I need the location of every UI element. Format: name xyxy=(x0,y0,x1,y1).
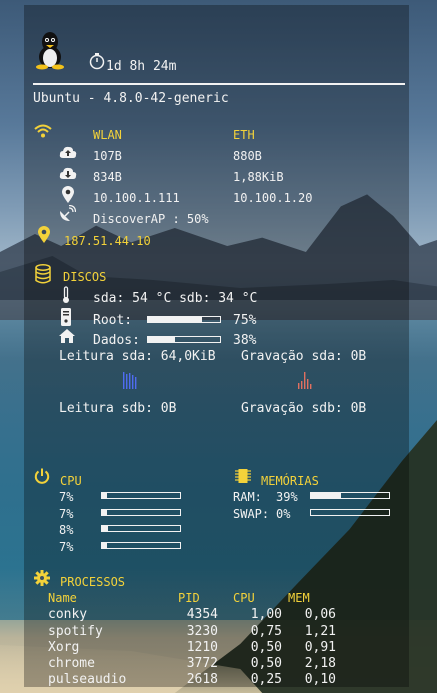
kernel-version: Ubuntu - 4.8.0-42-generic xyxy=(33,91,229,106)
header-name: Name xyxy=(48,591,77,605)
stopwatch-icon xyxy=(89,53,105,70)
swap-percent: 0% xyxy=(276,507,291,521)
gear-icon xyxy=(34,570,50,586)
root-usage-bar xyxy=(147,316,221,323)
public-ip: 187.51.44.10 xyxy=(64,234,151,248)
wifi-icon xyxy=(34,124,52,138)
cpu-core-2-percent: 7% xyxy=(59,507,74,521)
wlan-download: 834B xyxy=(93,170,122,184)
thermometer-icon xyxy=(63,286,69,303)
cpu-core-2-bar xyxy=(101,509,181,516)
process-pid: 2618 xyxy=(186,672,218,687)
cloud-download-icon xyxy=(59,167,77,179)
cpu-core-4-bar xyxy=(101,542,181,549)
header-mem: MEM xyxy=(288,591,310,605)
tux-linux-icon xyxy=(36,32,64,70)
root-usage-fill xyxy=(148,317,202,322)
process-name: spotify xyxy=(48,624,103,639)
cpu-title: CPU xyxy=(60,474,82,488)
cpu-core-1-bar xyxy=(101,492,181,499)
process-mem: 0,91 xyxy=(304,640,336,655)
root-usage-percent: 75% xyxy=(233,313,257,328)
disk-temperatures: sda: 54 °C sdb: 34 °C xyxy=(93,291,258,306)
wlan-ip: 10.100.1.111 xyxy=(93,191,180,205)
write-sdb: Gravação sdb: 0B xyxy=(241,401,367,416)
read-activity-graph xyxy=(123,372,137,389)
wlan-label: WLAN xyxy=(93,128,122,142)
memory-title: MEMÓRIAS xyxy=(261,474,319,488)
process-mem: 0,06 xyxy=(304,607,336,622)
ram-usage-fill xyxy=(311,493,342,498)
memory-chip-icon xyxy=(235,469,251,483)
database-icon xyxy=(35,264,51,284)
read-sda: Leitura sda: 64,0KiB xyxy=(59,349,216,364)
data-label: Dados: xyxy=(93,333,140,348)
process-cpu: 0,75 xyxy=(250,624,282,639)
home-icon xyxy=(59,329,75,343)
process-mem: 2,18 xyxy=(304,656,336,671)
ram-percent: 39% xyxy=(276,490,298,504)
swap-label: SWAP: xyxy=(233,507,270,521)
eth-download: 1,88KiB xyxy=(233,170,284,184)
process-pid: 3772 xyxy=(186,656,218,671)
write-activity-graph xyxy=(298,372,312,389)
process-name: Xorg xyxy=(48,640,80,655)
process-name: conky xyxy=(48,607,88,622)
wlan-upload: 107B xyxy=(93,149,122,163)
processes-title: PROCESSOS xyxy=(60,575,126,589)
data-usage-fill xyxy=(148,337,176,342)
process-mem: 1,21 xyxy=(304,624,336,639)
write-sda: Gravação sda: 0B xyxy=(241,349,367,364)
map-marker-icon xyxy=(62,186,74,203)
process-mem: 0,10 xyxy=(304,672,336,687)
cpu-core-1-percent: 7% xyxy=(59,490,74,504)
eth-upload: 880B xyxy=(233,149,262,163)
eth-ip: 10.100.1.20 xyxy=(233,191,313,205)
process-cpu: 0,50 xyxy=(250,656,282,671)
cpu-core-3-fill xyxy=(102,526,109,531)
header-divider xyxy=(33,83,405,85)
cpu-core-3-bar xyxy=(101,525,181,532)
cpu-core-4-percent: 7% xyxy=(59,540,74,554)
root-label: Root: xyxy=(93,313,133,328)
disks-title: DISCOS xyxy=(63,270,107,284)
ram-label: RAM: xyxy=(233,490,262,504)
cpu-core-2-fill xyxy=(102,510,108,515)
process-name: pulseaudio xyxy=(48,672,127,687)
process-cpu: 0,25 xyxy=(250,672,282,687)
cpu-core-4-fill xyxy=(102,543,108,548)
read-sdb: Leitura sdb: 0B xyxy=(59,401,177,416)
process-cpu: 0,50 xyxy=(250,640,282,655)
cpu-core-1-fill xyxy=(102,493,108,498)
access-point: DiscoverAP : 50% xyxy=(93,212,209,226)
ram-usage-bar xyxy=(310,492,390,499)
public-ip-marker-icon xyxy=(38,226,50,243)
data-usage-bar xyxy=(147,336,221,343)
header-pid: PID xyxy=(178,591,200,605)
uptime-value: 1d 8h 24m xyxy=(106,59,177,74)
process-cpu: 1,00 xyxy=(250,607,282,622)
data-usage-percent: 38% xyxy=(233,333,257,348)
process-pid: 3230 xyxy=(186,624,218,639)
process-pid: 4354 xyxy=(186,607,218,622)
header-cpu: CPU xyxy=(233,591,255,605)
satellite-dish-icon xyxy=(60,205,76,221)
swap-usage-bar xyxy=(310,509,390,516)
cpu-core-3-percent: 8% xyxy=(59,523,74,537)
eth-label: ETH xyxy=(233,128,255,142)
cloud-upload-icon xyxy=(59,146,77,158)
process-name: chrome xyxy=(48,656,95,671)
hard-drive-icon xyxy=(61,308,71,326)
process-pid: 1210 xyxy=(186,640,218,655)
power-icon xyxy=(34,468,50,484)
